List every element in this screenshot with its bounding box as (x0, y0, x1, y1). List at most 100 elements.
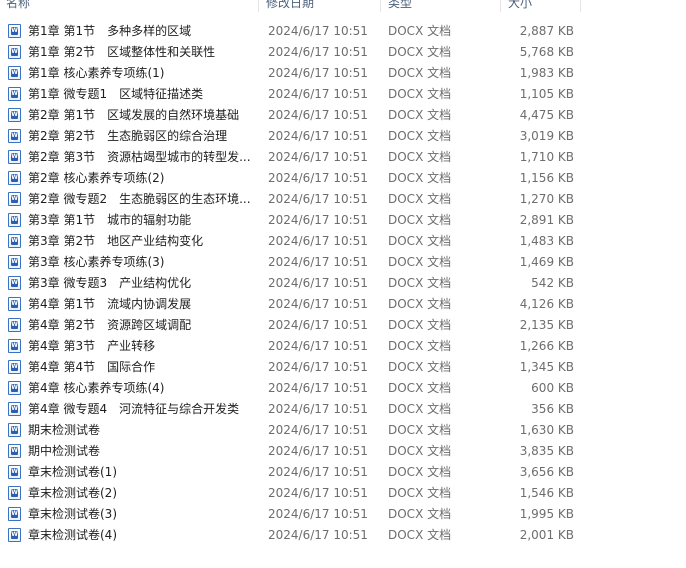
file-type: DOCX 文档 (388, 192, 452, 206)
file-size: 1,483 KB (519, 234, 574, 248)
column-divider[interactable] (500, 0, 501, 12)
file-size: 3,656 KB (519, 465, 574, 479)
file-name: 章末检测试卷(2) (28, 486, 117, 500)
file-row[interactable]: 章末检测试卷(3) 2024/6/17 10:51 DOCX 文档 1,995 KB (0, 504, 580, 525)
column-header-name[interactable]: 名称 (6, 0, 30, 12)
file-row[interactable]: 第2章 第2节 生态脆弱区的综合治理 2024/6/17 10:51 DOCX 文档… (0, 126, 580, 147)
file-modified-date: 2024/6/17 10:51 (268, 339, 368, 353)
file-size: 1,983 KB (519, 66, 574, 80)
file-row[interactable]: 第2章 第1节 区域发展的自然环境基础 2024/6/17 10:51 DOCX 文… (0, 105, 580, 126)
file-row[interactable]: 第2章 第3节 资源枯竭型城市的转型发... 2024/6/17 10:51 DOC… (0, 147, 580, 168)
file-type: DOCX 文档 (388, 150, 452, 164)
file-row[interactable]: 第1章 核心素养专项练(1) 2024/6/17 10:51 DOCX 文档 1,98… (0, 63, 580, 84)
word-document-icon (8, 528, 21, 542)
file-type: DOCX 文档 (388, 171, 452, 185)
file-row[interactable]: 第4章 核心素养专项练(4) 2024/6/17 10:51 DOCX 文档 600 … (0, 378, 580, 399)
word-document-icon (8, 213, 21, 227)
column-header-date[interactable]: 修改日期 (266, 0, 314, 12)
file-size: 542 KB (531, 276, 574, 290)
file-size: 1,546 KB (519, 486, 574, 500)
file-row[interactable]: 第2章 微专题2 生态脆弱区的生态环境... 2024/6/17 10:51 DOC… (0, 189, 580, 210)
file-row[interactable]: 第4章 第4节 国际合作 2024/6/17 10:51 DOCX 文档 1,345 … (0, 357, 580, 378)
column-divider[interactable] (580, 0, 581, 12)
file-type: DOCX 文档 (388, 339, 452, 353)
word-document-icon (8, 360, 21, 374)
column-header-size[interactable]: 大小 (508, 0, 532, 12)
file-name: 第3章 第2节 地区产业结构变化 (28, 234, 204, 248)
file-row[interactable]: 第3章 第2节 地区产业结构变化 2024/6/17 10:51 DOCX 文档 1,… (0, 231, 580, 252)
file-size: 3,835 KB (519, 444, 574, 458)
file-modified-date: 2024/6/17 10:51 (268, 423, 368, 437)
file-row[interactable]: 期中检测试卷 2024/6/17 10:51 DOCX 文档 3,835 KB (0, 441, 580, 462)
word-document-icon (8, 339, 21, 353)
column-divider[interactable] (380, 0, 381, 12)
file-size: 1,995 KB (519, 507, 574, 521)
file-name: 第1章 第1节 多种多样的区域 (28, 24, 192, 38)
file-size: 1,630 KB (519, 423, 574, 437)
file-type: DOCX 文档 (388, 318, 452, 332)
file-name: 第4章 第3节 产业转移 (28, 339, 156, 353)
word-document-icon (8, 24, 21, 38)
file-modified-date: 2024/6/17 10:51 (268, 276, 368, 290)
word-document-icon (8, 87, 21, 101)
file-row[interactable]: 第1章 第2节 区域整体性和关联性 2024/6/17 10:51 DOCX 文档 5… (0, 42, 580, 63)
file-modified-date: 2024/6/17 10:51 (268, 486, 368, 500)
file-row[interactable]: 第4章 微专题4 河流特征与综合开发类 2024/6/17 10:51 DOCX 文… (0, 399, 580, 420)
file-size: 2,001 KB (519, 528, 574, 542)
file-name: 第3章 第1节 城市的辐射功能 (28, 213, 192, 227)
file-modified-date: 2024/6/17 10:51 (268, 444, 368, 458)
file-row[interactable]: 第1章 微专题1 区域特征描述类 2024/6/17 10:51 DOCX 文档 1,… (0, 84, 580, 105)
file-modified-date: 2024/6/17 10:51 (268, 528, 368, 542)
file-size: 1,105 KB (519, 87, 574, 101)
column-divider[interactable] (258, 0, 259, 12)
file-type: DOCX 文档 (388, 213, 452, 227)
file-name: 第4章 第4节 国际合作 (28, 360, 156, 374)
file-row[interactable]: 第4章 第1节 流域内协调发展 2024/6/17 10:51 DOCX 文档 4,1… (0, 294, 580, 315)
file-modified-date: 2024/6/17 10:51 (268, 87, 368, 101)
file-size: 3,019 KB (519, 129, 574, 143)
file-type: DOCX 文档 (388, 402, 452, 416)
file-name: 第2章 第1节 区域发展的自然环境基础 (28, 108, 240, 122)
file-modified-date: 2024/6/17 10:51 (268, 297, 368, 311)
file-name: 第4章 核心素养专项练(4) (28, 381, 165, 395)
file-size: 1,710 KB (519, 150, 574, 164)
file-name: 第3章 微专题3 产业结构优化 (28, 276, 192, 290)
word-document-icon (8, 234, 21, 248)
word-document-icon (8, 423, 21, 437)
file-type: DOCX 文档 (388, 108, 452, 122)
file-row[interactable]: 第3章 第1节 城市的辐射功能 2024/6/17 10:51 DOCX 文档 2,8… (0, 210, 580, 231)
file-modified-date: 2024/6/17 10:51 (268, 66, 368, 80)
file-modified-date: 2024/6/17 10:51 (268, 234, 368, 248)
file-row[interactable]: 期末检测试卷 2024/6/17 10:51 DOCX 文档 1,630 KB (0, 420, 580, 441)
file-type: DOCX 文档 (388, 486, 452, 500)
file-row[interactable]: 第4章 第2节 资源跨区域调配 2024/6/17 10:51 DOCX 文档 2,1… (0, 315, 580, 336)
file-row[interactable]: 章末检测试卷(2) 2024/6/17 10:51 DOCX 文档 1,546 KB (0, 483, 580, 504)
word-document-icon (8, 381, 21, 395)
file-type: DOCX 文档 (388, 360, 452, 374)
file-name: 第2章 核心素养专项练(2) (28, 171, 165, 185)
file-size: 1,345 KB (519, 360, 574, 374)
word-document-icon (8, 129, 21, 143)
file-row[interactable]: 章末检测试卷(4) 2024/6/17 10:51 DOCX 文档 2,001 KB (0, 525, 580, 546)
file-modified-date: 2024/6/17 10:51 (268, 465, 368, 479)
file-row[interactable]: 第3章 微专题3 产业结构优化 2024/6/17 10:51 DOCX 文档 542… (0, 273, 580, 294)
file-type: DOCX 文档 (388, 381, 452, 395)
file-size: 2,891 KB (519, 213, 574, 227)
file-modified-date: 2024/6/17 10:51 (268, 381, 368, 395)
file-modified-date: 2024/6/17 10:51 (268, 24, 368, 38)
file-name: 第4章 第1节 流域内协调发展 (28, 297, 192, 311)
file-size: 356 KB (531, 402, 574, 416)
file-name: 章末检测试卷(4) (28, 528, 117, 542)
file-row[interactable]: 第1章 第1节 多种多样的区域 2024/6/17 10:51 DOCX 文档 2,8… (0, 21, 580, 42)
column-header-type[interactable]: 类型 (388, 0, 412, 12)
file-row[interactable]: 第4章 第3节 产业转移 2024/6/17 10:51 DOCX 文档 1,266 … (0, 336, 580, 357)
file-row[interactable]: 第3章 核心素养专项练(3) 2024/6/17 10:51 DOCX 文档 1,46… (0, 252, 580, 273)
file-modified-date: 2024/6/17 10:51 (268, 213, 368, 227)
file-modified-date: 2024/6/17 10:51 (268, 192, 368, 206)
file-name: 第2章 微专题2 生态脆弱区的生态环境... (28, 192, 251, 206)
file-modified-date: 2024/6/17 10:51 (268, 171, 368, 185)
file-row[interactable]: 第2章 核心素养专项练(2) 2024/6/17 10:51 DOCX 文档 1,15… (0, 168, 580, 189)
file-row[interactable]: 章末检测试卷(1) 2024/6/17 10:51 DOCX 文档 3,656 KB (0, 462, 580, 483)
word-document-icon (8, 276, 21, 290)
file-type: DOCX 文档 (388, 24, 452, 38)
